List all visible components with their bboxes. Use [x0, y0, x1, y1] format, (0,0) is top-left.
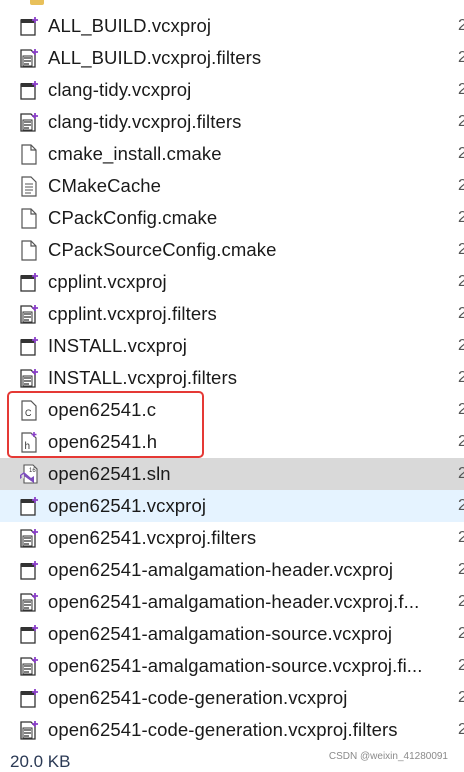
file-name: CPackSourceConfig.cmake	[48, 239, 277, 260]
date-column-cut: 2	[458, 274, 464, 290]
file-row[interactable]: open62541-amalgamation-header.vcxproj.f.…	[0, 586, 464, 618]
file-name: cpplint.vcxproj	[48, 271, 167, 292]
file-name: cmake_install.cmake	[48, 143, 222, 164]
file-row[interactable]: CMakeCache 2	[0, 170, 464, 202]
date-column-cut: 2	[458, 690, 464, 706]
file-row[interactable]: open62541.vcxproj.filters 2	[0, 522, 464, 554]
vcxproj-icon	[18, 495, 40, 517]
vcxproj-icon	[18, 687, 40, 709]
date-column-cut: 2	[458, 658, 464, 674]
file-row[interactable]: CPackConfig.cmake 2	[0, 202, 464, 234]
file-name: ALL_BUILD.vcxproj	[48, 15, 212, 36]
file-name: INSTALL.vcxproj	[48, 335, 187, 356]
file-row[interactable]: CPackSourceConfig.cmake 2	[0, 234, 464, 266]
file-row[interactable]: ALL_BUILD.vcxproj 2	[0, 10, 464, 42]
file-name: cpplint.vcxproj.filters	[48, 303, 217, 324]
date-column-cut: 2	[458, 18, 464, 34]
file-row[interactable]: INSTALL.vcxproj.filters 2	[0, 362, 464, 394]
file-name: open62541-amalgamation-header.vcxproj.f.…	[48, 591, 420, 612]
file-row[interactable]: open62541-amalgamation-source.vcxproj 2	[0, 618, 464, 650]
file-row[interactable]: open62541.vcxproj 2	[0, 490, 464, 522]
date-column-cut: 2	[458, 498, 464, 514]
filters-icon	[18, 655, 40, 677]
file-row[interactable]: 16 open62541.sln 2	[0, 458, 464, 490]
svg-text:16: 16	[29, 468, 36, 474]
blank-file-icon	[18, 143, 40, 165]
text-file-icon	[18, 175, 40, 197]
blank-file-icon	[18, 239, 40, 261]
file-name: open62541.sln	[48, 463, 171, 484]
vcxproj-icon	[18, 271, 40, 293]
vcxproj-icon	[18, 623, 40, 645]
file-row[interactable]: open62541-code-generation.vcxproj 2	[0, 682, 464, 714]
file-row[interactable]: open62541-amalgamation-header.vcxproj 2	[0, 554, 464, 586]
date-column-cut: 2	[458, 370, 464, 386]
date-column-cut: 2	[458, 562, 464, 578]
date-column-cut: 2	[458, 306, 464, 322]
file-name: open62541-code-generation.vcxproj	[48, 687, 348, 708]
date-column-cut: 2	[458, 146, 464, 162]
filters-icon	[18, 367, 40, 389]
date-column-cut: 2	[458, 50, 464, 66]
file-name: clang-tidy.vcxproj	[48, 79, 192, 100]
date-column-cut: 2	[458, 594, 464, 610]
date-column-cut: 2	[458, 402, 464, 418]
filters-icon	[18, 591, 40, 613]
watermark: CSDN @weixin_41280091	[328, 751, 448, 762]
file-name: CMakeCache	[48, 175, 162, 196]
status-selected-size: 20.0 KB	[10, 752, 71, 771]
file-row[interactable]: clang-tidy.vcxproj.filters 2	[0, 106, 464, 138]
file-name: CPackConfig.cmake	[48, 207, 218, 228]
file-row[interactable]: open62541-amalgamation-source.vcxproj.fi…	[0, 650, 464, 682]
file-name: open62541.vcxproj.filters	[48, 527, 257, 548]
date-column-cut: 2	[458, 722, 464, 738]
file-name: open62541-code-generation.vcxproj.filter…	[48, 719, 398, 740]
date-column-cut: 2	[458, 466, 464, 482]
file-list: ALL_BUILD.vcxproj 2 ALL_BUILD.vcxproj.filt…	[0, 10, 464, 746]
file-row[interactable]: cpplint.vcxproj.filters 2	[0, 298, 464, 330]
file-name: clang-tidy.vcxproj.filters	[48, 111, 242, 132]
date-column-cut: 2	[458, 530, 464, 546]
file-name: open62541-amalgamation-source.vcxproj	[48, 623, 393, 644]
file-name: open62541.vcxproj	[48, 495, 207, 516]
blank-file-icon	[18, 207, 40, 229]
date-column-cut: 2	[458, 242, 464, 258]
file-name: open62541-amalgamation-header.vcxproj	[48, 559, 394, 580]
vcxproj-icon	[18, 15, 40, 37]
filters-icon	[18, 47, 40, 69]
filters-icon	[18, 719, 40, 741]
date-column-cut: 2	[458, 178, 464, 194]
date-column-cut: 2	[458, 82, 464, 98]
date-column-cut: 2	[458, 210, 464, 226]
folder-icon-partial	[30, 0, 44, 5]
date-column-cut: 2	[458, 626, 464, 642]
date-column-cut: 2	[458, 114, 464, 130]
date-column-cut: 2	[458, 434, 464, 450]
vcxproj-icon	[18, 335, 40, 357]
vs-solution-icon: 16	[18, 463, 40, 485]
file-row[interactable]: cmake_install.cmake 2	[0, 138, 464, 170]
annotation-highlight-box	[7, 391, 204, 458]
filters-icon	[18, 303, 40, 325]
vcxproj-icon	[18, 559, 40, 581]
file-row[interactable]: clang-tidy.vcxproj 2	[0, 74, 464, 106]
file-row[interactable]: INSTALL.vcxproj 2	[0, 330, 464, 362]
file-row[interactable]: ALL_BUILD.vcxproj.filters 2	[0, 42, 464, 74]
filters-icon	[18, 111, 40, 133]
file-name: open62541-amalgamation-source.vcxproj.fi…	[48, 655, 423, 676]
vcxproj-icon	[18, 79, 40, 101]
filters-icon	[18, 527, 40, 549]
file-row[interactable]: cpplint.vcxproj 2	[0, 266, 464, 298]
file-name: ALL_BUILD.vcxproj.filters	[48, 47, 262, 68]
date-column-cut: 2	[458, 338, 464, 354]
file-row[interactable]: open62541-code-generation.vcxproj.filter…	[0, 714, 464, 746]
file-name: INSTALL.vcxproj.filters	[48, 367, 238, 388]
